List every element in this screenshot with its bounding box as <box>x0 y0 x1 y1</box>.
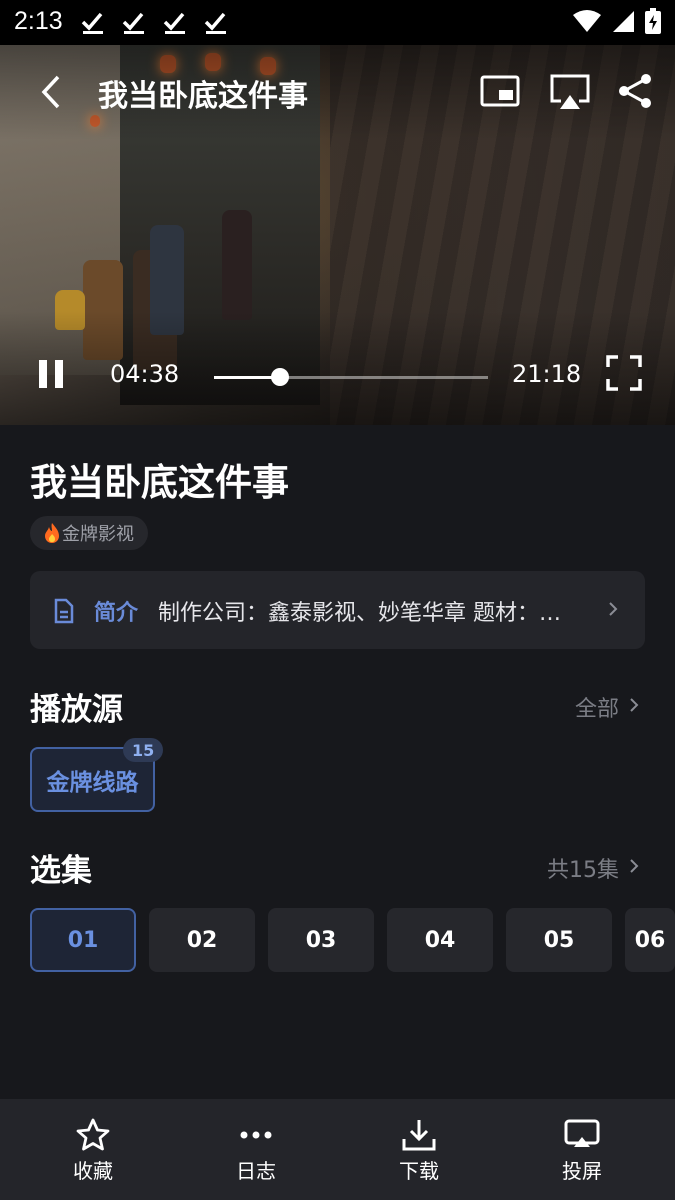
download-done-icon <box>81 12 103 34</box>
provider-tag-label: 金牌影视 <box>62 524 134 545</box>
intro-label: 简介 <box>94 601 139 626</box>
share-icon[interactable] <box>616 72 654 110</box>
player-bottom-controls: 04:38 21:18 <box>0 350 675 400</box>
total-time: 21:18 <box>512 360 582 388</box>
cast-button[interactable]: 投屏 <box>522 1099 642 1200</box>
intro-text: 制作公司：鑫泰影视、妙笔华章 题材：… <box>158 601 561 626</box>
back-arrow-icon[interactable] <box>38 75 66 109</box>
bottom-action-bar: 收藏 日志 下载 投屏 <box>0 1099 675 1200</box>
show-title: 我当卧底这件事 <box>30 461 289 504</box>
progress-fill <box>214 376 280 379</box>
document-icon <box>54 598 74 624</box>
download-done-icon <box>204 12 226 34</box>
provider-tag: 金牌影视 <box>30 516 148 550</box>
episode-button[interactable]: 06 <box>625 908 675 972</box>
download-button[interactable]: 下载 <box>359 1099 479 1200</box>
episode-button[interactable]: 01 <box>30 908 136 972</box>
signal-icon <box>613 11 634 32</box>
cast-label: 投屏 <box>562 1159 602 1183</box>
source-chip-label: 金牌线路 <box>46 769 139 796</box>
download-done-icon <box>122 12 144 34</box>
more-dots-icon <box>240 1131 272 1139</box>
airplay-icon[interactable] <box>549 73 591 111</box>
log-label: 日志 <box>236 1159 276 1183</box>
intro-card[interactable]: 简介 制作公司：鑫泰影视、妙笔华章 题材：… <box>30 571 645 649</box>
log-button[interactable]: 日志 <box>196 1099 316 1200</box>
star-icon <box>76 1118 110 1151</box>
episodes-count-link[interactable]: 共15集 <box>547 852 619 884</box>
episode-button[interactable]: 05 <box>506 908 612 972</box>
download-label: 下载 <box>399 1159 439 1183</box>
episodes-title: 选集 <box>30 853 92 889</box>
episode-button[interactable]: 04 <box>387 908 493 972</box>
source-count-badge: 15 <box>123 738 164 762</box>
favorite-button[interactable]: 收藏 <box>33 1099 153 1200</box>
picture-in-picture-icon[interactable] <box>480 75 520 107</box>
pause-icon[interactable] <box>37 358 65 390</box>
progress-thumb[interactable] <box>270 368 289 386</box>
wifi-icon <box>573 10 601 32</box>
download-icon <box>402 1120 436 1151</box>
cast-icon <box>564 1119 600 1147</box>
player-title: 我当卧底这件事 <box>98 79 308 114</box>
system-icons <box>573 8 661 34</box>
status-time: 2:13 <box>14 7 63 35</box>
current-time: 04:38 <box>110 360 180 388</box>
chevron-right-icon[interactable] <box>629 697 639 713</box>
episode-button[interactable]: 02 <box>149 908 255 972</box>
chevron-right-icon[interactable] <box>629 858 639 874</box>
battery-charging-icon <box>645 8 661 34</box>
download-done-icon <box>163 12 185 34</box>
flame-icon <box>45 523 59 543</box>
progress-bar[interactable] <box>214 368 488 386</box>
fullscreen-icon[interactable] <box>606 355 642 391</box>
chevron-right-icon <box>609 602 618 616</box>
player-top-controls: 我当卧底这件事 <box>0 45 675 135</box>
status-bar: 2:13 <box>0 0 675 45</box>
sources-title: 播放源 <box>30 692 123 728</box>
episode-button[interactable]: 03 <box>268 908 374 972</box>
notification-icons <box>80 9 229 35</box>
favorite-label: 收藏 <box>73 1159 113 1183</box>
sources-all-link[interactable]: 全部 <box>575 691 619 723</box>
